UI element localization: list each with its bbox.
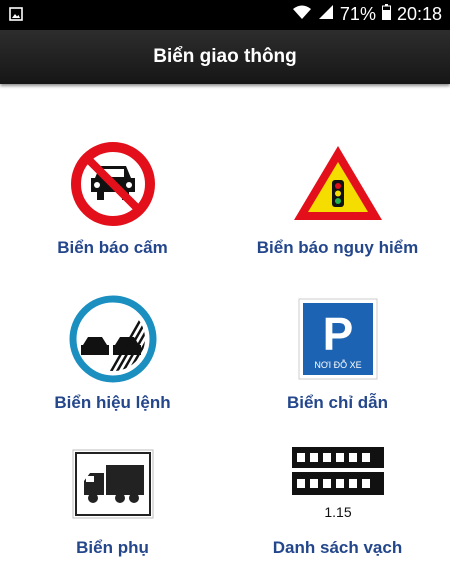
status-bar: 71% 20:18 [0,0,450,30]
tile-label: Biển chỉ dẫn [286,393,389,412]
signal-icon [318,4,334,25]
end-no-overtaking-sign-icon [0,289,225,389]
road-marking-icon: 1.15 [225,434,450,534]
app-title: Biển giao thông [153,46,297,67]
tile-label: Biển hiệu lệnh [54,393,171,412]
wifi-icon [292,4,312,25]
traffic-light-warning-sign-icon [225,134,450,234]
clock-time: 20:18 [396,4,442,24]
tile-label: Danh sách vạch [272,538,403,557]
tile-label: Biển báo nguy hiểm [256,238,419,257]
tile-label: Biển báo cấm [57,238,168,257]
tile-label: Biển phụ [76,538,149,557]
app-bar: Biển giao thông [0,30,450,84]
no-cars-prohibition-sign-icon [0,134,225,234]
parking-sign-icon: P NƠI ĐỖ XE [225,289,450,389]
truck-supplementary-sign-icon [0,434,225,534]
gallery-notification-icon [9,7,23,26]
tile-prohibition-signs[interactable]: Biển báo cấm [0,134,225,284]
battery-percent: 71% [339,4,376,24]
tile-warning-signs[interactable]: Biển báo nguy hiểm [225,134,450,284]
tile-guide-signs[interactable]: P NƠI ĐỖ XE Biển chỉ dẫn [225,289,450,439]
parking-letter: P [322,308,353,360]
parking-caption: NƠI ĐỖ XE [314,359,361,370]
marking-code: 1.15 [324,504,351,520]
tile-road-markings[interactable]: 1.15 Danh sách vạch [225,434,450,584]
tile-mandatory-signs[interactable]: Biển hiệu lệnh [0,289,225,439]
tile-supplementary-signs[interactable]: Biển phụ [0,434,225,584]
battery-icon [381,4,391,25]
